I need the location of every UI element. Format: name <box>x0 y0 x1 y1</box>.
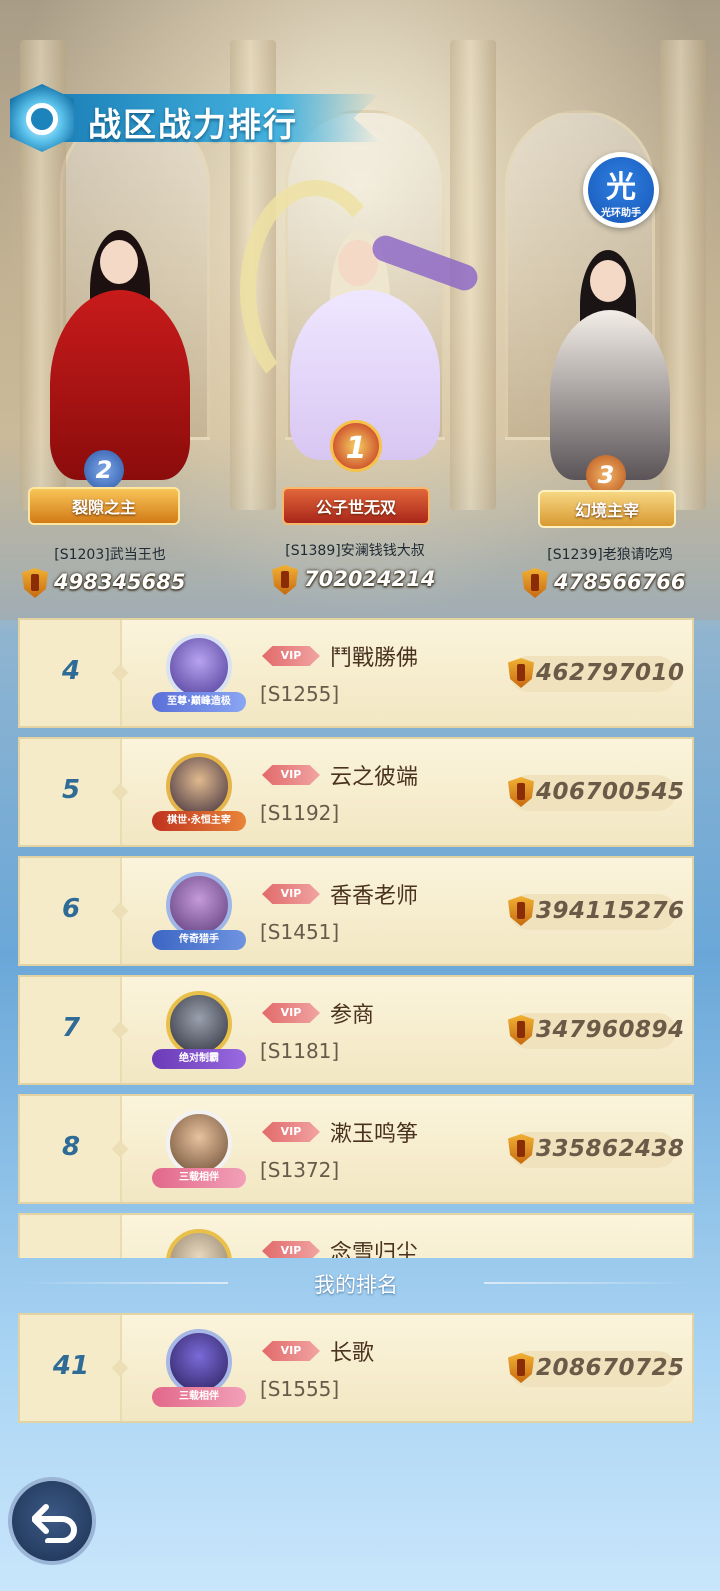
player-name: 香香老师 <box>330 884 419 909</box>
vip-badge: VIP <box>262 765 320 785</box>
rank3-character[interactable] <box>510 240 710 480</box>
rank-number: 8 <box>61 1132 81 1162</box>
power-box: 208670725 <box>508 1351 684 1387</box>
power-shield-icon <box>508 896 534 926</box>
rank1-player-name[interactable]: [S1389]安澜钱钱大叔 <box>255 540 455 560</box>
rank-cell: 5 <box>20 739 122 845</box>
player-name: 长歌 <box>330 1341 375 1366</box>
power-box: 394115276 <box>508 894 684 930</box>
avatar[interactable]: 传奇猎手 <box>152 868 246 954</box>
helper-assistant-button[interactable]: 光 光环助手 <box>583 152 659 228</box>
player-name: 鬥戰勝佛 <box>330 646 419 671</box>
rank-number: 4 <box>61 656 81 686</box>
rank3-title-plaque: 幻境主宰 <box>538 490 676 528</box>
power-value: 347960894 <box>536 1017 685 1043</box>
rank-number: 7 <box>61 1013 81 1043</box>
avatar-frame-tag: 三载相伴 <box>152 1387 246 1407</box>
rank3-power: 478566766 <box>554 570 686 594</box>
rank2-power: 498345685 <box>54 570 186 594</box>
power-value: 462797010 <box>536 660 685 686</box>
rank-cell: 7 <box>20 977 122 1083</box>
vip-badge: VIP <box>262 1341 320 1361</box>
player-name: 参商 <box>330 1003 375 1028</box>
player-server: [S1555] <box>260 1377 340 1401</box>
helper-caption: 光环助手 <box>601 208 641 219</box>
ranking-row[interactable]: 8 三载相伴 VIP 漱玉鸣筝 [S1372] 335862438 <box>18 1094 694 1204</box>
rank-cell: 4 <box>20 620 122 726</box>
power-value: 335862438 <box>536 1136 685 1162</box>
helper-glyph: 光 <box>606 170 636 205</box>
power-shield-icon <box>508 1353 534 1383</box>
ranking-row[interactable]: 4 至尊·巅峰造极 VIP 鬥戰勝佛 [S1255] 462797010 <box>18 618 694 728</box>
avatar-frame-tag: 传奇猎手 <box>152 930 246 950</box>
ranking-row[interactable]: 7 绝对制霸 VIP 参商 [S1181] 347960894 <box>18 975 694 1085</box>
player-server: [S1451] <box>260 920 340 944</box>
power-shield-icon <box>508 1015 534 1045</box>
power-shield-icon <box>508 658 534 688</box>
player-name: 云之彼端 <box>330 765 419 790</box>
power-box: 406700545 <box>508 775 684 811</box>
my-rank-label: 我的排名 <box>314 1273 398 1297</box>
ranking-row[interactable]: 5 棋世·永恒主宰 VIP 云之彼端 [S1192] 406700545 <box>18 737 694 847</box>
vip-badge: VIP <box>262 1241 320 1258</box>
avatar[interactable]: 棋世·永恒主宰 <box>152 749 246 835</box>
rank-cell: 41 <box>20 1315 122 1421</box>
power-value: 406700545 <box>536 779 685 805</box>
rank-cell: 6 <box>20 858 122 964</box>
page-title: 战区战力排行 <box>88 105 298 144</box>
rank2-title-plaque: 裂隙之主 <box>28 487 180 525</box>
back-button[interactable] <box>8 1477 96 1565</box>
vip-badge: VIP <box>262 1122 320 1142</box>
rank2-character[interactable] <box>20 200 220 480</box>
avatar[interactable]: 至尊·巅峰造极 <box>152 630 246 716</box>
vip-badge: VIP <box>262 884 320 904</box>
rank1-medal: 1 <box>330 420 382 472</box>
rank-number: 5 <box>61 775 81 805</box>
ranking-row[interactable]: VIP 念雪归尘 <box>18 1213 694 1258</box>
power-box: 347960894 <box>508 1013 684 1049</box>
rank1-title-plaque: 公子世无双 <box>282 487 430 525</box>
rank-number: 6 <box>61 894 81 924</box>
avatar-frame-tag: 三载相伴 <box>152 1168 246 1188</box>
player-server: [S1192] <box>260 801 340 825</box>
rank1-power: 702024214 <box>304 567 436 591</box>
rank-cell: 8 <box>20 1096 122 1202</box>
player-name: 念雪归尘 <box>330 1241 419 1258</box>
avatar[interactable]: 绝对制霸 <box>152 987 246 1073</box>
player-name: 漱玉鸣筝 <box>330 1122 419 1147</box>
avatar[interactable]: 三载相伴 <box>152 1106 246 1192</box>
ranking-row[interactable]: 6 传奇猎手 VIP 香香老师 [S1451] 394115276 <box>18 856 694 966</box>
power-shield-icon <box>508 777 534 807</box>
my-rank-header: 我的排名 <box>18 1261 694 1305</box>
back-arrow-icon <box>32 1504 77 1543</box>
avatar[interactable] <box>152 1225 244 1258</box>
ranking-list[interactable]: 4 至尊·巅峰造极 VIP 鬥戰勝佛 [S1255] 462797010 5 棋… <box>18 618 694 1258</box>
player-server: [S1255] <box>260 682 340 706</box>
rank3-player-name[interactable]: [S1239]老狼请吃鸡 <box>510 544 710 564</box>
my-ranking-row[interactable]: 41 三载相伴 VIP 长歌 [S1555] 208670725 <box>18 1313 694 1423</box>
vip-badge: VIP <box>262 1003 320 1023</box>
player-server: [S1181] <box>260 1039 340 1063</box>
vip-badge: VIP <box>262 646 320 666</box>
player-server: [S1372] <box>260 1158 340 1182</box>
rank-cell <box>20 1215 122 1258</box>
power-box: 335862438 <box>508 1132 684 1168</box>
power-value: 208670725 <box>536 1355 685 1381</box>
power-shield-icon <box>508 1134 534 1164</box>
avatar[interactable]: 三载相伴 <box>152 1325 246 1411</box>
rank3-medal: 3 <box>586 455 626 495</box>
avatar-frame-tag: 至尊·巅峰造极 <box>152 692 246 712</box>
title-banner: 战区战力排行 <box>10 84 380 154</box>
avatar-frame-tag: 绝对制霸 <box>152 1049 246 1069</box>
avatar-frame-tag: 棋世·永恒主宰 <box>152 811 246 831</box>
rank-number: 41 <box>52 1351 90 1381</box>
rank2-player-name[interactable]: [S1203]武当王也 <box>10 544 210 564</box>
power-box: 462797010 <box>508 656 684 692</box>
power-value: 394115276 <box>536 898 685 924</box>
rank2-medal: 2 <box>84 450 124 490</box>
